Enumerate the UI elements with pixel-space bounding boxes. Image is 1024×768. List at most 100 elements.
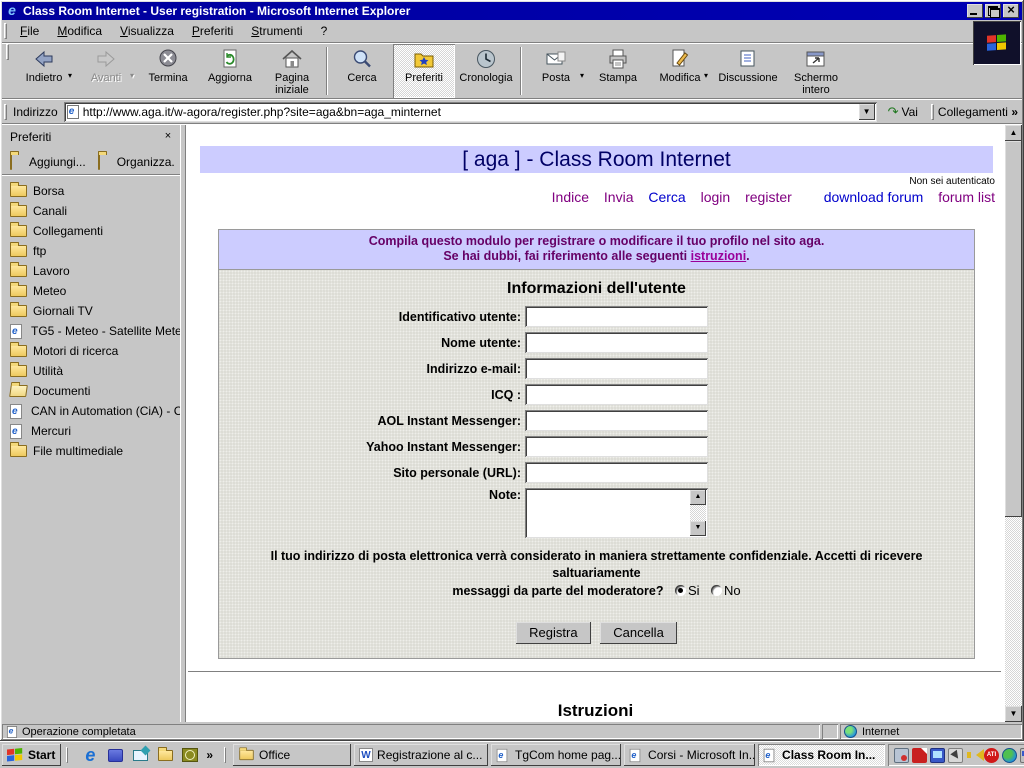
cancella-button[interactable]: Cancella bbox=[600, 622, 677, 644]
menu-drag-handle[interactable] bbox=[4, 23, 7, 39]
chevron-down-icon[interactable]: ▾ bbox=[68, 70, 72, 82]
menu-modifica[interactable]: Modifica bbox=[48, 21, 111, 41]
search-button[interactable]: Cerca bbox=[331, 44, 393, 98]
chevron-more-icon[interactable] bbox=[1011, 105, 1018, 119]
minimize-button[interactable] bbox=[967, 4, 983, 18]
ie-launch-icon[interactable]: e bbox=[81, 746, 99, 764]
restore-button[interactable] bbox=[985, 4, 1001, 18]
istruzioni-link[interactable]: istruzioni bbox=[691, 249, 747, 263]
yahoo-messenger-input[interactable] bbox=[525, 436, 708, 457]
ati-tray-icon[interactable]: ATI bbox=[984, 748, 999, 763]
nav-link-download-forum[interactable]: download forum bbox=[824, 189, 924, 205]
refresh-button[interactable]: Aggiorna bbox=[199, 44, 261, 98]
favorite-item-file-multimediale[interactable]: File multimediale bbox=[2, 441, 180, 461]
title-bar[interactable]: e Class Room Internet - User registratio… bbox=[2, 2, 1022, 20]
vertical-scrollbar[interactable]: ▲ ▼ bbox=[1005, 125, 1022, 722]
pdf-tray-icon[interactable] bbox=[912, 748, 927, 763]
address-dropdown-icon[interactable]: ▼ bbox=[859, 104, 875, 120]
print-button[interactable]: Stampa bbox=[587, 44, 649, 98]
add-favorite-button[interactable]: Aggiungi... bbox=[8, 153, 88, 171]
favorite-item-lavoro[interactable]: Lavoro bbox=[2, 261, 180, 281]
favorite-item-motori-di-ricerca[interactable]: Motori di ricerca bbox=[2, 341, 180, 361]
favorite-item-collegamenti[interactable]: Collegamenti bbox=[2, 221, 180, 241]
email-input[interactable] bbox=[525, 358, 708, 379]
close-button[interactable] bbox=[1003, 4, 1019, 18]
edit-button[interactable]: Modifica ▾ bbox=[649, 44, 711, 98]
chevron-down-icon[interactable]: ▾ bbox=[704, 70, 708, 82]
close-favorites-icon[interactable]: × bbox=[160, 130, 176, 144]
nav-link-cerca[interactable]: Cerca bbox=[648, 189, 685, 205]
scheduler-icon[interactable] bbox=[181, 746, 199, 764]
toolbar-drag-handle[interactable] bbox=[6, 44, 9, 60]
favorite-item-utilita[interactable]: Utilità bbox=[2, 361, 180, 381]
registra-button[interactable]: Registra bbox=[516, 622, 590, 644]
menu-visualizza[interactable]: Visualizza bbox=[111, 21, 183, 41]
stop-button[interactable]: Termina bbox=[137, 44, 199, 98]
favorite-item-borsa[interactable]: Borsa bbox=[2, 181, 180, 201]
tasks-drag-handle[interactable] bbox=[224, 747, 226, 763]
nav-link-register[interactable]: register bbox=[745, 189, 792, 205]
menu-file[interactable]: File bbox=[11, 21, 48, 41]
task-tgcom[interactable]: TgCom home pag... bbox=[491, 744, 621, 766]
organize-favorites-button[interactable]: Organizza. bbox=[96, 153, 177, 171]
channels-icon[interactable] bbox=[106, 746, 124, 764]
favorite-item-documenti[interactable]: Documenti bbox=[2, 381, 180, 401]
menu-preferiti[interactable]: Preferiti bbox=[183, 21, 242, 41]
scrollbar-track[interactable] bbox=[1005, 517, 1022, 706]
note-textarea[interactable]: ▲ ▼ bbox=[525, 488, 708, 538]
menu-help[interactable]: ? bbox=[312, 21, 337, 41]
nav-link-forum-list[interactable]: forum list bbox=[938, 189, 995, 205]
history-button[interactable]: Cronologia bbox=[455, 44, 517, 98]
scroll-up-icon[interactable]: ▲ bbox=[1005, 125, 1022, 141]
favorite-item-giornali-tv[interactable]: Giornali TV bbox=[2, 301, 180, 321]
nome-utente-input[interactable] bbox=[525, 332, 708, 353]
task-office[interactable]: Office bbox=[233, 744, 351, 766]
start-button[interactable]: Start bbox=[2, 744, 61, 766]
mail-button[interactable]: Posta ▾ bbox=[525, 44, 587, 98]
radio-si[interactable] bbox=[675, 585, 686, 596]
task-corsi[interactable]: Corsi - Microsoft In... bbox=[624, 744, 755, 766]
favorites-button[interactable]: Preferiti bbox=[393, 44, 455, 98]
favorite-item-mercuri[interactable]: Mercuri bbox=[2, 421, 180, 441]
radio-no[interactable] bbox=[711, 585, 722, 596]
chevron-more-icon[interactable] bbox=[206, 746, 213, 764]
task-class-room[interactable]: Class Room In... bbox=[758, 744, 885, 766]
volume-icon[interactable] bbox=[966, 748, 981, 763]
go-button[interactable]: ↷ Vai bbox=[881, 102, 925, 122]
links-bar[interactable]: Collegamenti bbox=[938, 105, 1022, 119]
scroll-up-icon[interactable]: ▲ bbox=[690, 490, 706, 505]
home-button[interactable]: Pagina iniziale bbox=[261, 44, 323, 98]
identificativo-utente-input[interactable] bbox=[525, 306, 708, 327]
outlook-express-icon[interactable] bbox=[131, 746, 149, 764]
icq-input[interactable] bbox=[525, 384, 708, 405]
scrollbar-thumb[interactable] bbox=[1005, 141, 1022, 517]
menu-strumenti[interactable]: Strumenti bbox=[242, 21, 311, 41]
mouse-tray-icon[interactable] bbox=[948, 748, 963, 763]
links-drag-handle[interactable] bbox=[931, 104, 934, 120]
network-globe-icon[interactable] bbox=[1002, 748, 1017, 763]
note-scrollbar[interactable]: ▲ ▼ bbox=[690, 490, 706, 536]
folder-launch-icon[interactable] bbox=[156, 746, 174, 764]
favorite-item-ftp[interactable]: ftp bbox=[2, 241, 180, 261]
favorite-item-tg5-meteo[interactable]: TG5 - Meteo - Satellite Meteo... bbox=[2, 321, 180, 341]
chevron-down-icon[interactable]: ▾ bbox=[580, 70, 584, 82]
quicklaunch-drag-handle[interactable] bbox=[66, 747, 68, 763]
nav-link-indice[interactable]: Indice bbox=[552, 189, 589, 205]
address-input[interactable]: http://www.aga.it/w-agora/register.php?s… bbox=[64, 102, 877, 122]
task-registrazione[interactable]: W Registrazione al c... bbox=[354, 744, 488, 766]
back-button[interactable]: Indietro ▾ bbox=[13, 44, 75, 98]
fullscreen-button[interactable]: Schermo intero bbox=[785, 44, 847, 98]
nav-link-login[interactable]: login bbox=[701, 189, 731, 205]
discussion-button[interactable]: Discussione bbox=[711, 44, 785, 98]
scroll-down-icon[interactable]: ▼ bbox=[690, 521, 706, 536]
display-settings-icon[interactable] bbox=[930, 748, 945, 763]
forward-button[interactable]: Avanti ▾ bbox=[75, 44, 137, 98]
favorite-item-can-in-automation[interactable]: CAN in Automation (CiA) - Co... bbox=[2, 401, 180, 421]
favorite-item-meteo[interactable]: Meteo bbox=[2, 281, 180, 301]
favorite-item-canali[interactable]: Canali bbox=[2, 201, 180, 221]
sito-personale-input[interactable] bbox=[525, 462, 708, 483]
nav-link-invia[interactable]: Invia bbox=[604, 189, 634, 205]
network-computers-icon[interactable] bbox=[1020, 748, 1024, 763]
aol-messenger-input[interactable] bbox=[525, 410, 708, 431]
address-drag-handle[interactable] bbox=[4, 104, 7, 120]
